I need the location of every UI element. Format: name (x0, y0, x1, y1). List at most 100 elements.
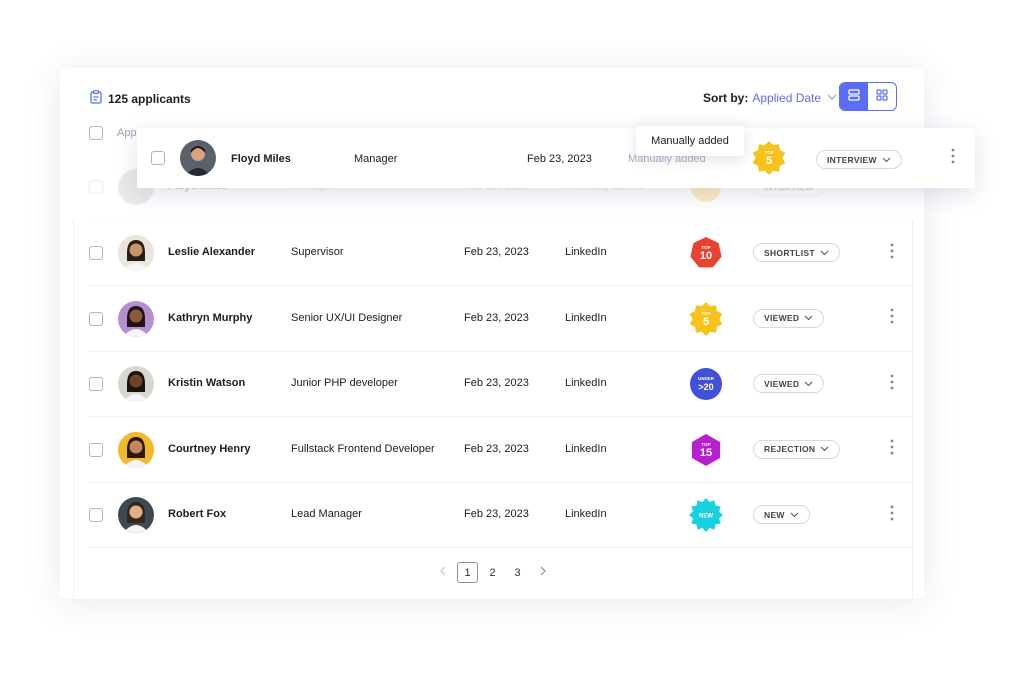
applicant-name: Courtney Henry (168, 442, 251, 455)
status-dropdown[interactable]: NEW (753, 505, 810, 524)
avatar (118, 366, 154, 402)
sort-label: Sort by: (703, 91, 749, 105)
more-vertical-icon (951, 148, 955, 169)
applicant-name: Floyd Miles (231, 153, 291, 165)
applicant-name: Leslie Alexander (168, 246, 256, 258)
applied-date: Feb 23, 2023 (464, 508, 529, 520)
clipboard-icon (90, 90, 102, 107)
chevron-down-icon (804, 313, 813, 323)
row-checkbox[interactable] (89, 246, 103, 260)
applicant-source: LinkedIn (565, 442, 607, 455)
table-row[interactable]: Robert Fox Lead Manager Feb 23, 2023 Lin… (88, 483, 912, 548)
sort-value[interactable]: Applied Date (752, 91, 821, 105)
more-options-button[interactable] (882, 374, 902, 394)
row-checkbox[interactable] (89, 377, 103, 391)
applicant-role: Fullstack Frontend Developer (291, 442, 435, 455)
applicant-name: Kristin Watson (168, 377, 246, 389)
applicant-source: LinkedIn (565, 311, 607, 324)
chevron-down-icon (882, 155, 891, 165)
table-row[interactable]: Leslie Alexander Supervisor Feb 23, 2023… (88, 221, 912, 286)
svg-text:UNDER: UNDER (698, 376, 715, 381)
status-dropdown[interactable]: REJECTION (753, 439, 841, 459)
chevron-down-icon (820, 248, 829, 258)
svg-text:5: 5 (766, 155, 772, 167)
status-dropdown[interactable]: VIEWED (753, 308, 825, 328)
chevron-down-icon (790, 510, 799, 520)
grid-view-button[interactable] (868, 83, 896, 110)
status-label: VIEWED (764, 378, 800, 389)
more-vertical-icon (890, 243, 894, 264)
chevron-left-icon (439, 566, 447, 579)
row-checkbox (89, 180, 103, 194)
applicant-role: Supervisor (291, 246, 344, 258)
table-row[interactable]: Courtney Henry Fullstack Frontend Develo… (88, 418, 912, 483)
select-all-checkbox[interactable] (89, 126, 103, 140)
chevron-down-icon (820, 444, 829, 454)
row-checkbox[interactable] (89, 311, 103, 326)
pagination: 1 2 3 (432, 562, 553, 583)
avatar (118, 497, 154, 533)
avatar (118, 431, 154, 468)
applied-date: Feb 23, 2023 (464, 246, 529, 258)
prev-page-button[interactable] (432, 562, 453, 583)
next-page-button[interactable] (532, 562, 553, 583)
chevron-right-icon (539, 566, 547, 579)
status-label: SHORTLIST (764, 247, 815, 258)
list-view-icon (848, 88, 860, 106)
page-button-1[interactable]: 1 (457, 562, 478, 583)
rank-badge: TOP 15 (688, 432, 724, 468)
table-row[interactable]: Kathryn Murphy Senior UX/UI Designer Feb… (88, 287, 912, 352)
more-vertical-icon (890, 308, 894, 329)
svg-text:15: 15 (700, 447, 712, 459)
view-toggle[interactable] (839, 82, 897, 111)
row-checkbox[interactable] (89, 442, 103, 457)
applicant-role: Manager (354, 153, 398, 165)
column-applicant-header: App (117, 127, 137, 139)
dragged-row[interactable]: Floyd Miles Manager Feb 23, 2023 Manuall… (137, 128, 975, 188)
rank-badge: NEW (688, 497, 724, 533)
applicant-name: Kathryn Murphy (168, 311, 253, 324)
row-checkbox[interactable] (89, 508, 103, 522)
applicant-name: Robert Fox (168, 508, 227, 520)
grid-view-icon (876, 88, 888, 106)
applicant-role: Lead Manager (291, 508, 362, 520)
status-dropdown[interactable]: SHORTLIST (753, 243, 840, 262)
applied-date: Feb 23, 2023 (527, 153, 592, 165)
applicant-source: LinkedIn (565, 246, 607, 258)
row-checkbox[interactable] (151, 151, 165, 165)
applied-date: Feb 23, 2023 (464, 311, 529, 324)
applied-date: Feb 23, 2023 (464, 377, 529, 389)
status-label: NEW (764, 509, 785, 520)
avatar (180, 140, 216, 176)
rank-badge: TOP 10 (688, 235, 724, 271)
applicant-source: LinkedIn (565, 508, 607, 520)
applied-date: Feb 23, 2023 (464, 442, 529, 455)
rank-badge: UNDER >20 (688, 366, 724, 402)
status-dropdown[interactable]: VIEWED (753, 374, 825, 393)
more-options-button[interactable] (882, 505, 902, 525)
source-tooltip: Manually added (636, 126, 744, 156)
svg-text:10: 10 (700, 250, 712, 262)
applicants-count: 125 applicants (90, 90, 191, 107)
more-options-button[interactable] (943, 148, 963, 168)
more-vertical-icon (890, 374, 894, 395)
more-options-button[interactable] (882, 308, 902, 329)
applicants-count-label: 125 applicants (108, 91, 191, 106)
applicant-role: Senior UX/UI Designer (291, 311, 403, 324)
more-options-button[interactable] (882, 243, 902, 263)
sort-dropdown[interactable]: Sort by: Applied Date (703, 91, 839, 105)
chevron-down-icon (825, 91, 839, 105)
rank-badge: TOP 5 (751, 140, 787, 176)
svg-text:5: 5 (703, 316, 709, 328)
rank-badge: TOP 5 (688, 301, 724, 337)
page-button-2[interactable]: 2 (482, 562, 503, 583)
more-options-button[interactable] (882, 439, 902, 460)
status-label: INTERVIEW (827, 154, 877, 165)
status-dropdown[interactable]: INTERVIEW (816, 150, 902, 169)
page-button-3[interactable]: 3 (507, 562, 528, 583)
list-view-button[interactable] (840, 83, 868, 110)
table-row[interactable]: Kristin Watson Junior PHP developer Feb … (88, 352, 912, 417)
svg-text:>20: >20 (698, 382, 713, 392)
avatar (118, 300, 154, 337)
status-label: REJECTION (764, 444, 816, 454)
